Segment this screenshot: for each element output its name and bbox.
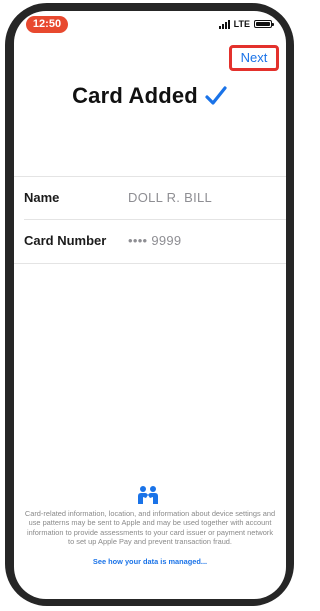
network-type-label: LTE [233, 19, 250, 29]
next-button[interactable]: Next [229, 45, 279, 71]
screenshot-frame: 12:50 LTE Next Card Added Name DOLL R. B… [0, 0, 300, 611]
table-bottom-divider [14, 263, 286, 264]
detail-label: Card Number [24, 233, 107, 248]
page-title: Card Added [14, 83, 286, 109]
status-time-pill: 12:50 [26, 16, 68, 33]
page-title-text: Card Added [72, 83, 198, 108]
status-indicators: LTE [218, 18, 274, 30]
detail-label: Name [24, 190, 60, 205]
signal-strength-icon [218, 19, 230, 29]
detail-value: DOLL R. BILL [128, 190, 213, 205]
privacy-disclaimer: Card-related information, location, and … [24, 509, 276, 547]
detail-row-card-number: Card Number •••• 9999 [14, 220, 286, 262]
detail-value: •••• 9999 [128, 233, 182, 248]
detail-row-name: Name DOLL R. BILL [14, 177, 286, 219]
people-handshake-icon [138, 486, 158, 504]
data-management-link[interactable]: See how your data is managed... [24, 557, 276, 566]
phone-screen: 12:50 LTE Next Card Added Name DOLL R. B… [14, 11, 286, 599]
battery-icon [254, 20, 274, 28]
checkmark-icon [205, 86, 227, 105]
